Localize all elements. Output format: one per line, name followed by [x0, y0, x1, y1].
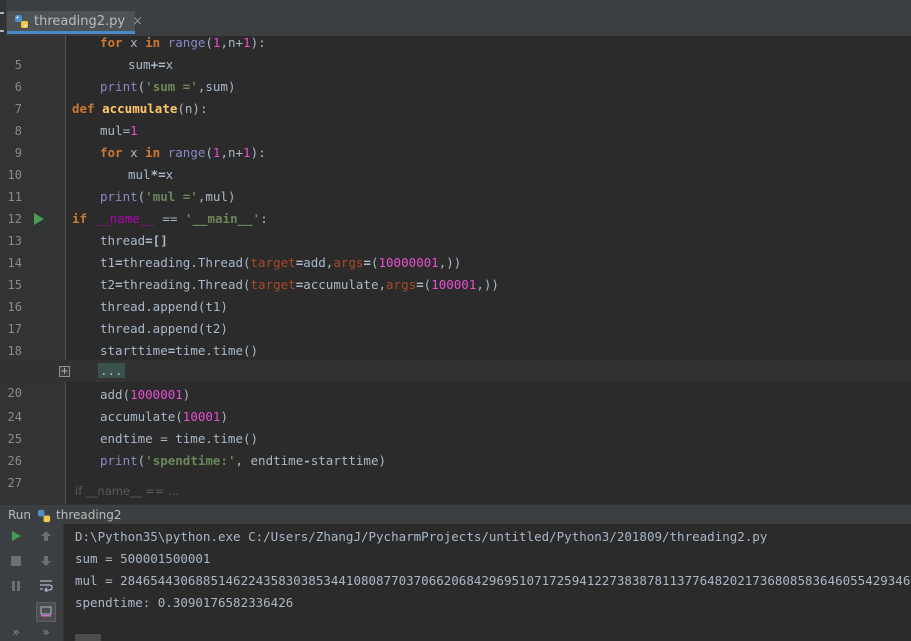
pycharm-window: threading2.py × 5 for x in range(1,n+1):… — [0, 0, 911, 641]
run-icon[interactable] — [6, 528, 26, 548]
project-strip — [0, 0, 6, 36]
python-file-icon — [14, 14, 29, 29]
code-line: 25 accumulate(10001) — [0, 406, 911, 446]
code-line: 24 add(1000001) — [0, 384, 911, 424]
code-text: if __name__ == '__main__': — [72, 211, 268, 226]
code-text: print('mul =',mul) — [100, 189, 236, 204]
pause-icon[interactable] — [6, 578, 26, 598]
scroll-to-end-icon[interactable] — [36, 602, 56, 622]
editor-tab-threading2[interactable]: threading2.py × — [7, 11, 143, 34]
more-icon[interactable]: » — [36, 622, 56, 641]
code-text: sum+=x — [128, 57, 174, 72]
code-text: for x in range(1,n+1): — [100, 145, 266, 160]
run-console[interactable]: D:\Python35\python.exe C:/Users/ZhangJ/P… — [64, 524, 911, 641]
run-config-name[interactable]: threading2 — [56, 508, 122, 522]
scroll-down-icon[interactable] — [36, 553, 56, 573]
code-line: 27 print('spendtime:', endtime-starttime… — [0, 450, 911, 490]
code-line: 13 if __name__ == '__main__': — [0, 208, 911, 248]
code-text: starttime=time.time() — [100, 343, 259, 358]
console-output-line: spendtime: 0.3090176582336426 — [75, 595, 294, 610]
folded-region[interactable]: ... — [98, 363, 125, 378]
code-line: 5 for x in range(1,n+1): — [0, 36, 911, 72]
code-text: thread.append(t1) — [100, 299, 228, 314]
stop-icon[interactable] — [6, 553, 26, 573]
console-output-line: mul = 2846544306885146224358303853441080… — [75, 573, 911, 588]
breadcrumb[interactable]: if __name__ == ... — [75, 480, 179, 502]
code-text: mul*=x — [128, 167, 174, 182]
code-line: 26 endtime = time.time() — [0, 428, 911, 468]
line-number: 27 — [7, 476, 22, 490]
tab-label: threading2.py — [34, 13, 126, 29]
code-text: mul=1 — [100, 123, 138, 138]
code-line: 14 thread=[] — [0, 230, 911, 270]
horizontal-scrollbar[interactable] — [75, 634, 101, 641]
code-line-current: 20 + ... — [0, 360, 911, 400]
more-icon[interactable]: » — [6, 622, 26, 641]
code-line: 11 mul*=x — [0, 164, 911, 204]
code-line: 9 mul=1 — [0, 120, 911, 160]
console-command: D:\Python35\python.exe C:/Users/ZhangJ/P… — [75, 529, 768, 544]
code-text: add(1000001) — [100, 387, 191, 402]
code-text: t2=threading.Thread(target=accumulate,ar… — [100, 277, 499, 292]
code-line: 15 t1=threading.Thread(target=add,args=(… — [0, 252, 911, 292]
run-gutter-icon[interactable] — [34, 213, 44, 225]
code-line: 17 thread.append(t1) — [0, 296, 911, 336]
code-text: print('spendtime:', endtime-starttime) — [100, 453, 387, 468]
editor-tab-bar: threading2.py × — [0, 0, 911, 37]
code-text: thread.append(t2) — [100, 321, 228, 336]
run-title: Run — [8, 508, 32, 522]
expand-fold-icon[interactable]: + — [59, 366, 70, 377]
code-text: def accumulate(n): — [72, 101, 208, 116]
run-tool-window-header: Run threading2 — [0, 504, 911, 525]
code-line: 10 for x in range(1,n+1): — [0, 142, 911, 182]
code-line: 7 print('sum =',sum) — [0, 76, 911, 116]
code-text: print('sum =',sum) — [100, 79, 236, 94]
code-text: thread=[] — [100, 233, 168, 248]
code-text: ... — [98, 360, 125, 382]
console-output-line: sum = 500001500001 — [75, 551, 211, 566]
scroll-up-icon[interactable] — [36, 528, 56, 548]
code-line: 18 thread.append(t2) — [0, 318, 911, 358]
code-text: t1=threading.Thread(target=add,args=(100… — [100, 255, 462, 270]
run-toolbar: » » — [0, 524, 64, 641]
code-line: 6 sum+=x — [0, 54, 911, 94]
close-icon[interactable]: × — [132, 15, 143, 28]
code-line: 8 def accumulate(n): — [0, 98, 911, 138]
code-text: for x in range(1,n+1): — [100, 36, 266, 50]
soft-wrap-icon[interactable] — [36, 578, 56, 598]
code-text: endtime = time.time() — [100, 431, 259, 446]
code-text: accumulate(10001) — [100, 409, 228, 424]
code-line: 19 starttime=time.time() — [0, 340, 911, 380]
code-editor[interactable]: 5 for x in range(1,n+1): 6 sum+=x 7 prin… — [0, 36, 911, 504]
code-line: 16 t2=threading.Thread(target=accumulate… — [0, 274, 911, 314]
code-line: 12 print('mul =',mul) — [0, 186, 911, 226]
python-file-icon — [37, 508, 51, 523]
